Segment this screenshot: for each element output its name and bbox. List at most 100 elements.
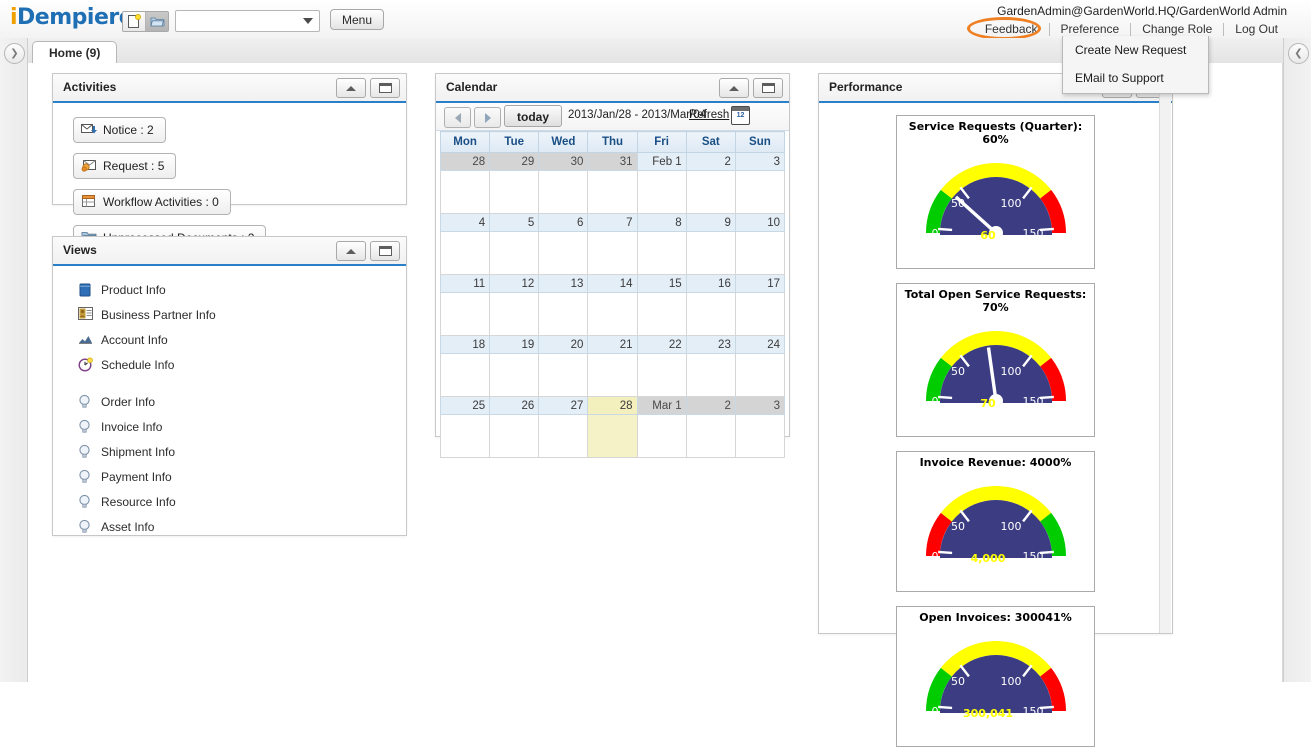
calendar-day-cell[interactable] bbox=[588, 415, 637, 458]
calendar-day-number[interactable]: 6 bbox=[539, 214, 588, 232]
calendar-day-number[interactable]: 20 bbox=[539, 336, 588, 354]
calendar-day-cell[interactable] bbox=[686, 415, 735, 458]
calendar-grid[interactable]: Mon Tue Wed Thu Fri Sat Sun 28293031Feb … bbox=[440, 131, 785, 458]
calendar-day-cell[interactable] bbox=[539, 232, 588, 275]
collapse-icon[interactable] bbox=[719, 78, 749, 98]
calendar-day-cell[interactable] bbox=[539, 354, 588, 397]
maximize-icon[interactable] bbox=[370, 78, 400, 98]
calendar-day-cell[interactable] bbox=[637, 293, 686, 336]
calendar-day-number[interactable]: 29 bbox=[490, 153, 539, 171]
calendar-day-number[interactable]: 22 bbox=[637, 336, 686, 354]
view-item-invoice-info[interactable]: Invoice Info bbox=[53, 414, 406, 439]
calendar-day-cell[interactable] bbox=[686, 171, 735, 214]
calendar-day-cell[interactable] bbox=[441, 171, 490, 214]
calendar-day-number[interactable]: 12 bbox=[490, 275, 539, 293]
calendar-day-cell[interactable] bbox=[637, 171, 686, 214]
activity-button-request[interactable]: Request : 5 bbox=[73, 153, 176, 179]
calendar-day-cell[interactable] bbox=[441, 232, 490, 275]
collapse-icon[interactable] bbox=[336, 78, 366, 98]
calendar-day-number[interactable]: 25 bbox=[441, 397, 490, 415]
view-item-asset-info[interactable]: Asset Info bbox=[53, 514, 406, 539]
calendar-day-cell[interactable] bbox=[490, 171, 539, 214]
calendar-day-number[interactable]: 2 bbox=[686, 397, 735, 415]
calendar-day-number[interactable]: 5 bbox=[490, 214, 539, 232]
calendar-day-number[interactable]: 3 bbox=[735, 397, 784, 415]
menu-button[interactable]: Menu bbox=[330, 9, 384, 30]
view-item-shipment-info[interactable]: Shipment Info bbox=[53, 439, 406, 464]
change-role-link[interactable]: Change Role bbox=[1131, 22, 1223, 36]
calendar-day-cell[interactable] bbox=[637, 232, 686, 275]
view-item-business-partner-info[interactable]: Business Partner Info bbox=[53, 302, 406, 327]
calendar-day-number[interactable]: 28 bbox=[441, 153, 490, 171]
calendar-day-number[interactable]: 15 bbox=[637, 275, 686, 293]
prev-arrow-icon[interactable] bbox=[444, 107, 471, 128]
calendar-day-cell[interactable] bbox=[441, 293, 490, 336]
calendar-day-cell[interactable] bbox=[490, 293, 539, 336]
calendar-day-cell[interactable] bbox=[637, 354, 686, 397]
calendar-day-number[interactable]: 10 bbox=[735, 214, 784, 232]
tab-home[interactable]: Home (9) bbox=[32, 41, 117, 63]
calendar-day-number[interactable]: 23 bbox=[686, 336, 735, 354]
maximize-icon[interactable] bbox=[370, 241, 400, 261]
calendar-day-cell[interactable] bbox=[686, 293, 735, 336]
calendar-day-number[interactable]: 30 bbox=[539, 153, 588, 171]
view-item-product-info[interactable]: Product Info bbox=[53, 277, 406, 302]
menu-item-create-new-request[interactable]: Create New Request bbox=[1063, 36, 1208, 64]
calendar-day-number[interactable]: 13 bbox=[539, 275, 588, 293]
calendar-day-cell[interactable] bbox=[588, 354, 637, 397]
view-item-schedule-info[interactable]: Schedule Info bbox=[53, 352, 406, 377]
calendar-day-number[interactable]: 31 bbox=[588, 153, 637, 171]
calendar-day-cell[interactable] bbox=[588, 232, 637, 275]
today-button[interactable]: today bbox=[504, 105, 562, 127]
calendar-day-number[interactable]: 27 bbox=[539, 397, 588, 415]
activity-button-notice[interactable]: Notice : 2 bbox=[73, 117, 166, 143]
calendar-day-cell[interactable] bbox=[588, 171, 637, 214]
collapse-icon[interactable] bbox=[336, 241, 366, 261]
calendar-day-number[interactable]: 7 bbox=[588, 214, 637, 232]
calendar-day-number[interactable]: 19 bbox=[490, 336, 539, 354]
calendar-day-cell[interactable] bbox=[686, 232, 735, 275]
calendar-day-cell[interactable] bbox=[539, 415, 588, 458]
calendar-day-number[interactable]: 3 bbox=[735, 153, 784, 171]
calendar-day-cell[interactable] bbox=[441, 354, 490, 397]
log-out-link[interactable]: Log Out bbox=[1224, 22, 1289, 36]
view-item-order-info[interactable]: Order Info bbox=[53, 389, 406, 414]
calendar-day-cell[interactable] bbox=[686, 354, 735, 397]
open-folder-icon[interactable] bbox=[145, 12, 168, 31]
calendar-day-number[interactable]: 24 bbox=[735, 336, 784, 354]
calendar-day-number[interactable]: 26 bbox=[490, 397, 539, 415]
chevron-left-icon[interactable]: ❮ bbox=[1288, 43, 1309, 64]
calendar-day-cell[interactable] bbox=[637, 415, 686, 458]
calendar-day-cell[interactable] bbox=[735, 171, 784, 214]
view-item-resource-info[interactable]: Resource Info bbox=[53, 489, 406, 514]
calendar-day-cell[interactable] bbox=[490, 354, 539, 397]
calendar-day-number[interactable]: 16 bbox=[686, 275, 735, 293]
calendar-day-cell[interactable] bbox=[735, 415, 784, 458]
new-document-icon[interactable] bbox=[123, 12, 145, 31]
feedback-link[interactable]: Feedback bbox=[974, 22, 1049, 36]
calendar-refresh-link[interactable]: Refresh bbox=[689, 109, 729, 121]
calendar-picker-icon[interactable]: 12 bbox=[731, 106, 750, 125]
menu-item-email-to-support[interactable]: EMail to Support bbox=[1063, 64, 1208, 92]
search-combo[interactable] bbox=[175, 10, 320, 32]
calendar-day-number[interactable]: 4 bbox=[441, 214, 490, 232]
calendar-day-number[interactable]: Mar 1 bbox=[637, 397, 686, 415]
calendar-day-number[interactable]: 28 bbox=[588, 397, 637, 415]
calendar-day-cell[interactable] bbox=[588, 293, 637, 336]
calendar-day-cell[interactable] bbox=[539, 171, 588, 214]
calendar-day-number[interactable]: 21 bbox=[588, 336, 637, 354]
activity-button-workflow[interactable]: Workflow Activities : 0 bbox=[73, 189, 231, 215]
view-item-account-info[interactable]: Account Info bbox=[53, 327, 406, 352]
calendar-day-cell[interactable] bbox=[735, 293, 784, 336]
calendar-day-number[interactable]: 14 bbox=[588, 275, 637, 293]
calendar-day-cell[interactable] bbox=[735, 354, 784, 397]
preference-link[interactable]: Preference bbox=[1050, 22, 1131, 36]
calendar-day-cell[interactable] bbox=[441, 415, 490, 458]
calendar-day-number[interactable]: 2 bbox=[686, 153, 735, 171]
performance-scrollbar[interactable] bbox=[1159, 74, 1171, 633]
calendar-day-cell[interactable] bbox=[539, 293, 588, 336]
calendar-day-cell[interactable] bbox=[490, 232, 539, 275]
calendar-day-number[interactable]: 9 bbox=[686, 214, 735, 232]
calendar-day-number[interactable]: 8 bbox=[637, 214, 686, 232]
maximize-icon[interactable] bbox=[753, 78, 783, 98]
